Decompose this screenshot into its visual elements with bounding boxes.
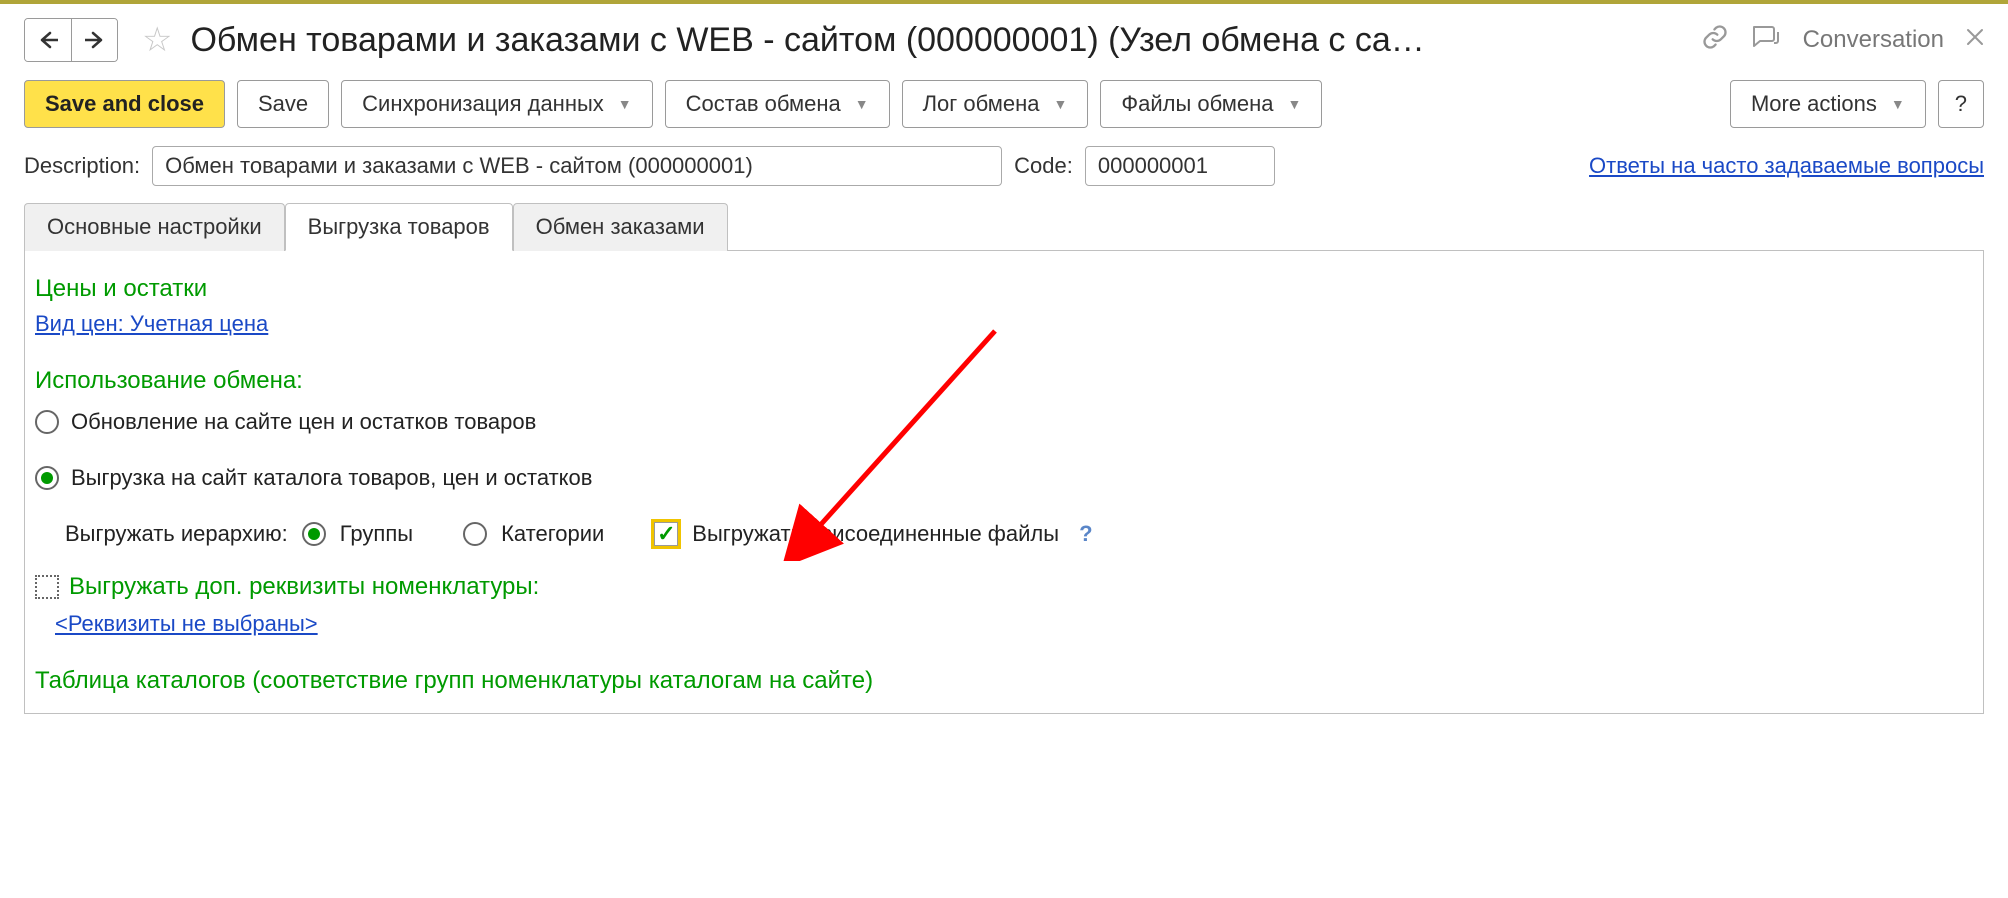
tab-export-goods[interactable]: Выгрузка товаров bbox=[285, 203, 513, 251]
export-extra-title: Выгружать доп. реквизиты номенклатуры: bbox=[69, 573, 539, 601]
prices-section-title: Цены и остатки bbox=[35, 275, 1973, 303]
link-icon[interactable] bbox=[1701, 23, 1729, 57]
checkbox-export-attached-files[interactable]: ✓ bbox=[654, 522, 678, 546]
tab-main-settings[interactable]: Основные настройки bbox=[24, 203, 285, 251]
exchange-files-button[interactable]: Файлы обмена ▼ bbox=[1100, 80, 1322, 128]
faq-link[interactable]: Ответы на часто задаваемые вопросы bbox=[1589, 153, 1984, 179]
help-label: ? bbox=[1955, 91, 1967, 117]
radio-hierarchy-categories[interactable] bbox=[463, 522, 487, 546]
exchange-composition-button[interactable]: Состав обмена ▼ bbox=[665, 80, 890, 128]
more-label: More actions bbox=[1751, 91, 1877, 117]
radio-hierarchy-groups[interactable] bbox=[302, 522, 326, 546]
more-actions-button[interactable]: More actions ▼ bbox=[1730, 80, 1926, 128]
price-type-link[interactable]: Вид цен: Учетная цена bbox=[35, 311, 268, 337]
radio-export-catalog[interactable] bbox=[35, 466, 59, 490]
hierarchy-label: Выгружать иерархию: bbox=[65, 521, 288, 547]
log-label: Лог обмена bbox=[923, 91, 1040, 117]
sync-data-button[interactable]: Синхронизация данных ▼ bbox=[341, 80, 653, 128]
files-label: Файлы обмена bbox=[1121, 91, 1273, 117]
radio-export-catalog-label: Выгрузка на сайт каталога товаров, цен и… bbox=[71, 465, 592, 491]
save-label: Save bbox=[258, 91, 308, 117]
sync-label: Синхронизация данных bbox=[362, 91, 604, 117]
radio-hierarchy-categories-label: Категории bbox=[501, 521, 604, 547]
chevron-down-icon: ▼ bbox=[1054, 96, 1068, 112]
exchange-log-button[interactable]: Лог обмена ▼ bbox=[902, 80, 1089, 128]
attached-files-help-icon[interactable]: ? bbox=[1079, 521, 1092, 547]
favorite-star-icon[interactable]: ☆ bbox=[142, 20, 172, 60]
radio-hierarchy-groups-label: Группы bbox=[340, 521, 413, 547]
chevron-down-icon: ▼ bbox=[618, 96, 632, 112]
chevron-down-icon: ▼ bbox=[855, 96, 869, 112]
arrow-right-icon bbox=[85, 31, 105, 49]
radio-update-prices-label: Обновление на сайте цен и остатков товар… bbox=[71, 409, 536, 435]
catalogs-section-title: Таблица каталогов (соответствие групп но… bbox=[35, 667, 1973, 695]
composition-label: Состав обмена bbox=[686, 91, 841, 117]
conversation-button[interactable]: Conversation bbox=[1803, 26, 1944, 54]
save-button[interactable]: Save bbox=[237, 80, 329, 128]
save-and-close-label: Save and close bbox=[45, 91, 204, 117]
forward-button[interactable] bbox=[71, 19, 117, 61]
page-title: Обмен товарами и заказами с WEB - сайтом… bbox=[190, 21, 1678, 60]
code-input[interactable] bbox=[1085, 146, 1275, 186]
tab-exchange-orders[interactable]: Обмен заказами bbox=[513, 203, 728, 251]
checkbox-export-attached-label: Выгружать присоединенные файлы bbox=[692, 521, 1059, 547]
arrow-left-icon bbox=[38, 31, 58, 49]
help-button[interactable]: ? bbox=[1938, 80, 1984, 128]
description-input[interactable] bbox=[152, 146, 1002, 186]
code-label: Code: bbox=[1014, 153, 1073, 179]
chevron-down-icon: ▼ bbox=[1891, 96, 1905, 112]
radio-update-prices[interactable] bbox=[35, 410, 59, 434]
extra-props-link[interactable]: <Реквизиты не выбраны> bbox=[55, 611, 318, 637]
close-icon[interactable] bbox=[1966, 28, 1984, 52]
back-button[interactable] bbox=[25, 19, 71, 61]
description-label: Description: bbox=[24, 153, 140, 179]
checkbox-export-extra-props[interactable] bbox=[35, 575, 59, 599]
conversation-icon[interactable] bbox=[1751, 24, 1781, 56]
chevron-down-icon: ▼ bbox=[1288, 96, 1302, 112]
usage-section-title: Использование обмена: bbox=[35, 367, 1973, 395]
save-and-close-button[interactable]: Save and close bbox=[24, 80, 225, 128]
